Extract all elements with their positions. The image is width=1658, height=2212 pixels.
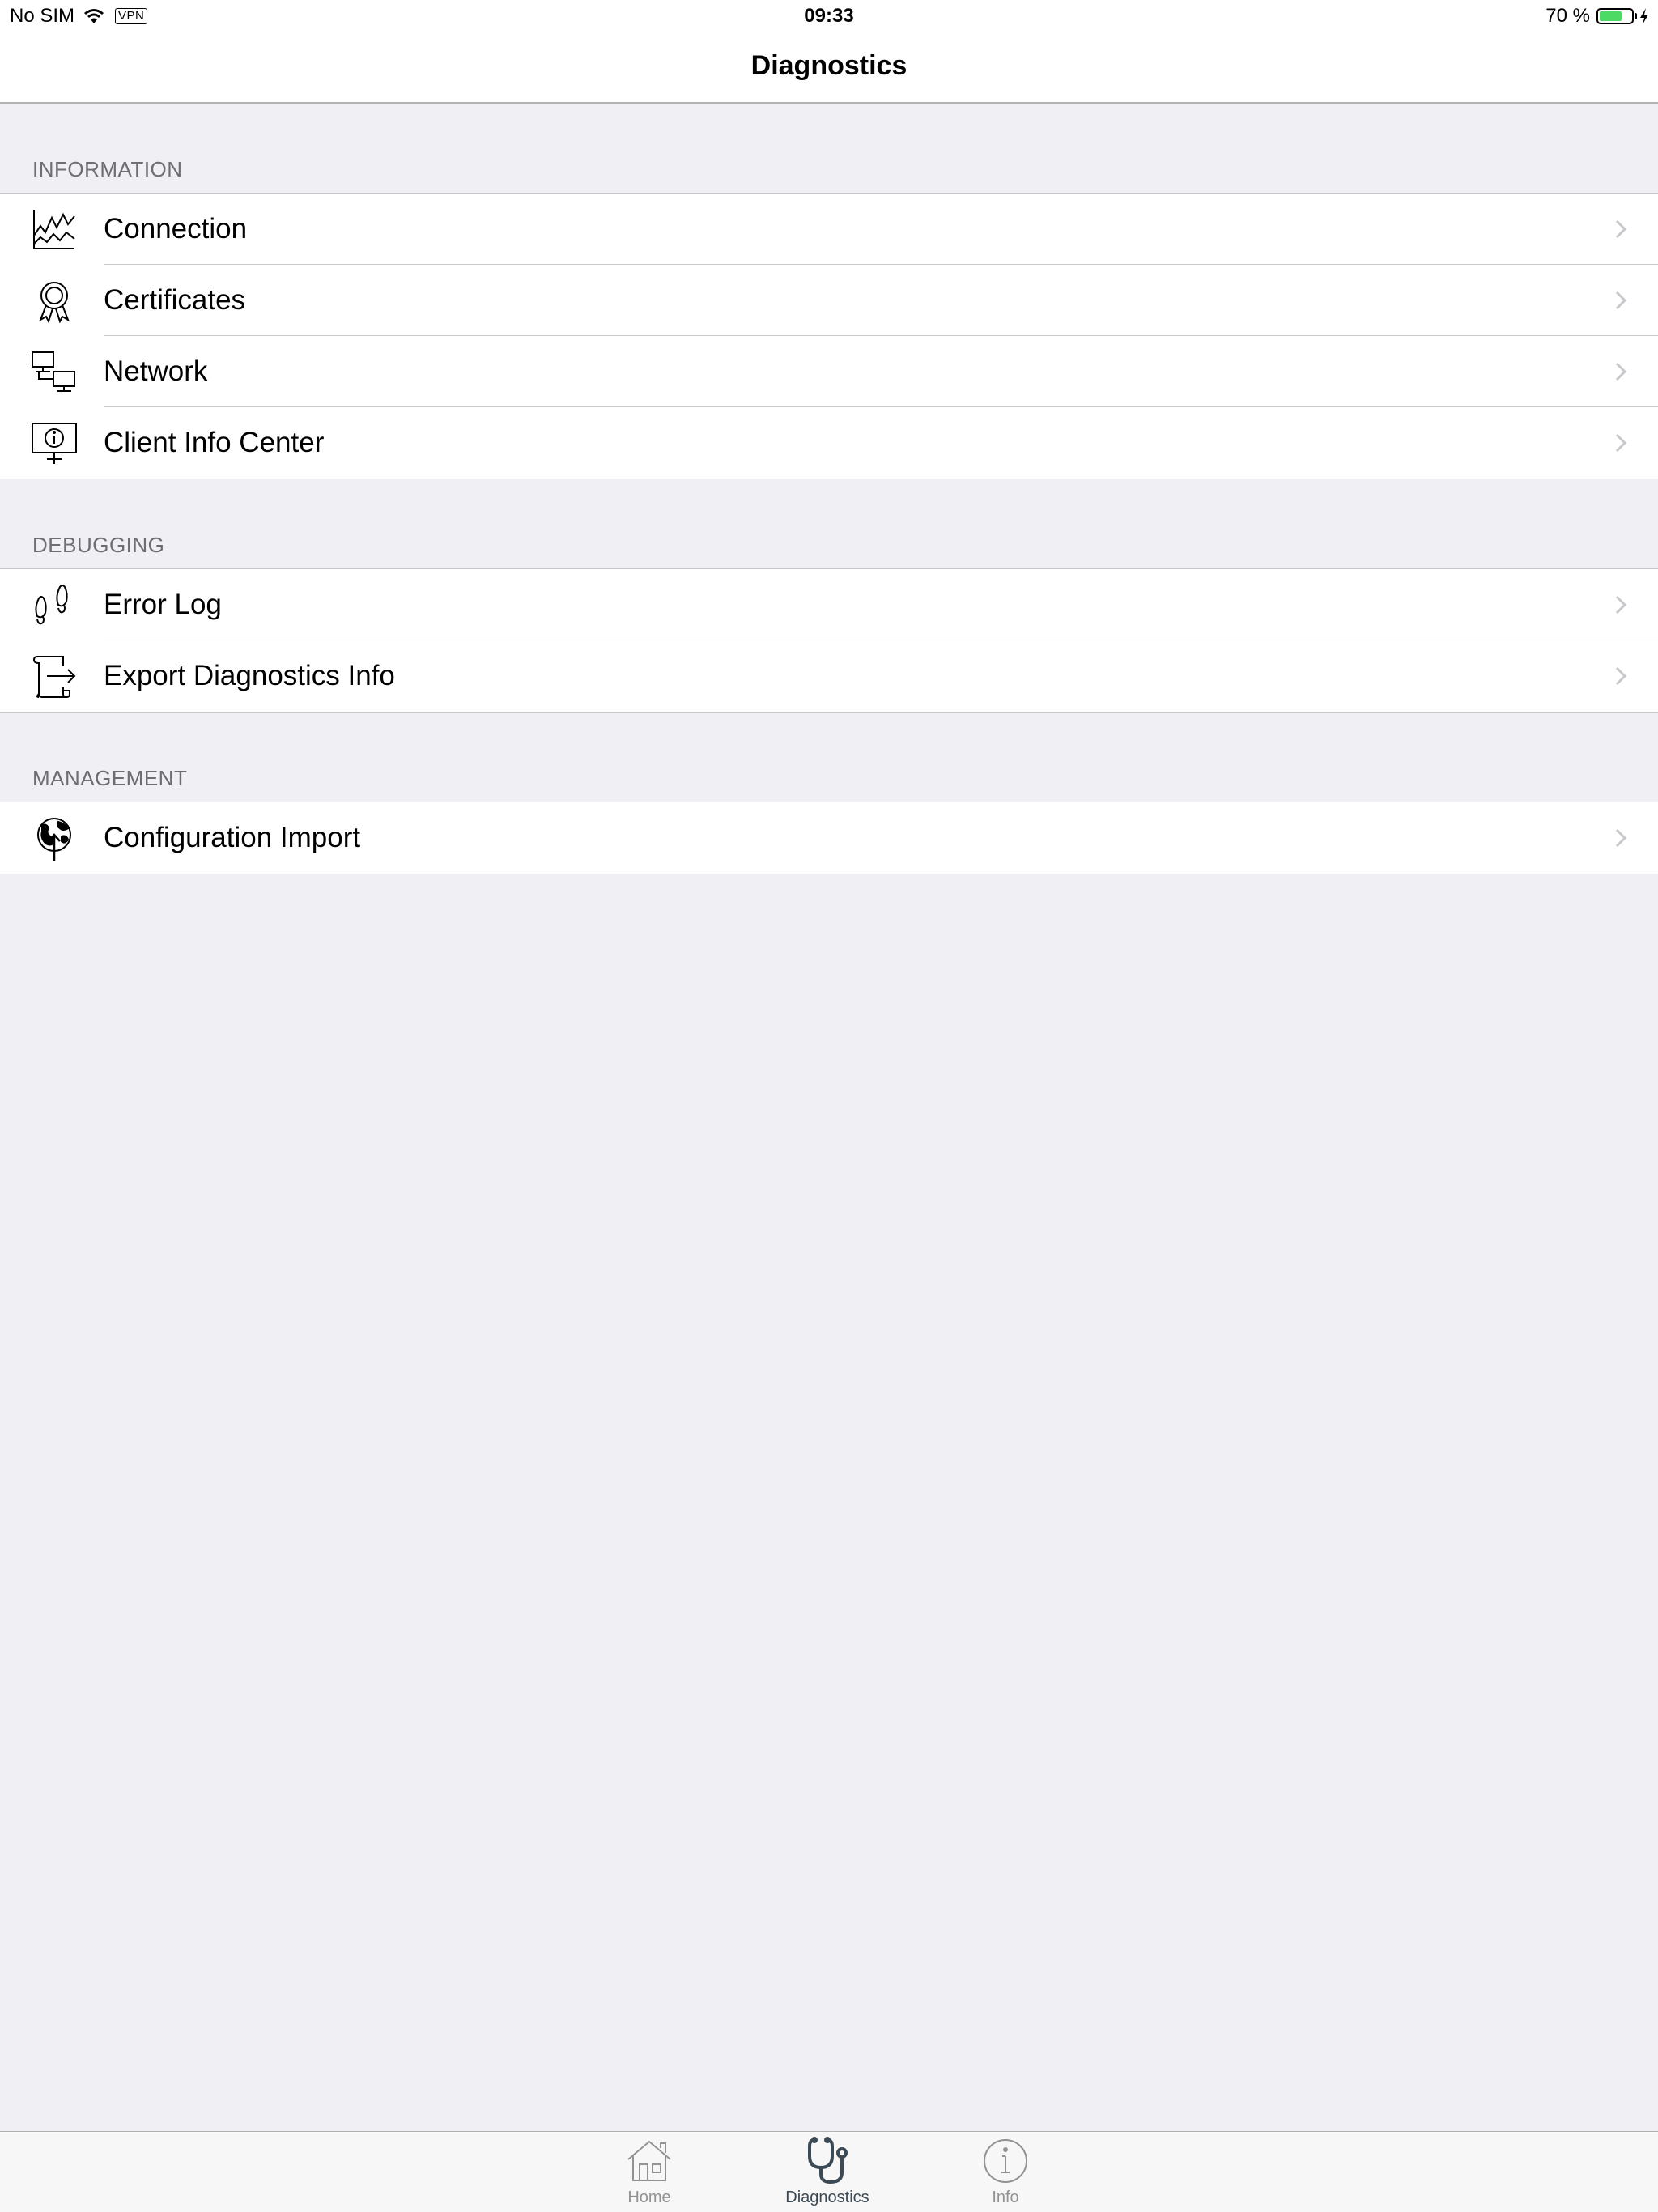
debugging-group: Error Log Export Diagnostics Info — [0, 568, 1658, 713]
list-item-export-diagnostics-info[interactable]: Export Diagnostics Info — [0, 640, 1658, 712]
list-item-connection[interactable]: Connection — [0, 194, 1658, 265]
list-item-label: Export Diagnostics Info — [104, 660, 395, 691]
list-item-network[interactable]: Network — [0, 336, 1658, 407]
chevron-right-icon — [1615, 666, 1627, 686]
list-item-certificates[interactable]: Certificates — [0, 265, 1658, 336]
battery-percentage: 70 % — [1545, 5, 1590, 27]
tab-diagnostics[interactable]: Diagnostics — [755, 2132, 900, 2212]
tab-label: Home — [627, 2189, 671, 2206]
list-item-label: Error Log — [104, 589, 222, 620]
information-group: Connection Certificates Network Client I… — [0, 193, 1658, 479]
tab-bar: Home Diagnostics Info — [0, 2131, 1658, 2212]
battery-fill — [1600, 11, 1622, 21]
list-item-label: Configuration Import — [104, 822, 361, 853]
list-item-configuration-import[interactable]: Configuration Import — [0, 802, 1658, 874]
list-item-label: Client Info Center — [104, 427, 325, 458]
list-item-label: Network — [104, 355, 208, 387]
info-circle-icon — [984, 2139, 1027, 2183]
list-item-label: Certificates — [104, 284, 246, 316]
chevron-right-icon — [1615, 362, 1627, 381]
list-item-error-log[interactable]: Error Log — [0, 569, 1658, 640]
chevron-right-icon — [1615, 828, 1627, 848]
footprints-icon — [35, 585, 68, 625]
list-item-label: Connection — [104, 213, 248, 245]
navigation-bar: Diagnostics — [0, 32, 1658, 104]
tab-info[interactable]: Info — [933, 2132, 1078, 2212]
carrier-label: No SIM — [10, 5, 75, 27]
chevron-right-icon — [1615, 595, 1627, 615]
status-bar-right: 70 % — [1545, 0, 1650, 32]
chevron-right-icon — [1615, 219, 1627, 239]
certificate-ribbon-icon — [39, 282, 70, 323]
section-header-management: MANAGEMENT — [32, 766, 188, 790]
screen: No SIM VPN 09:33 70 % Diagnostics INFORM… — [0, 0, 1658, 2212]
chevron-right-icon — [1615, 291, 1627, 310]
status-bar-left: No SIM VPN — [10, 0, 148, 32]
stethoscope-icon — [808, 2137, 848, 2184]
line-chart-icon — [33, 210, 75, 249]
status-bar: No SIM VPN 09:33 70 % — [0, 0, 1658, 32]
list-item-client-info-center[interactable]: Client Info Center — [0, 407, 1658, 479]
wifi-icon — [84, 9, 104, 23]
page-title: Diagnostics — [750, 50, 908, 81]
home-icon — [627, 2140, 671, 2181]
section-header-debugging: DEBUGGING — [32, 533, 165, 557]
vpn-badge: VPN — [115, 8, 148, 24]
chevron-right-icon — [1615, 433, 1627, 453]
tab-label: Diagnostics — [785, 2189, 869, 2206]
globe-import-icon — [37, 818, 71, 861]
battery-icon — [1596, 8, 1637, 24]
tab-label: Info — [992, 2189, 1019, 2206]
scroll-export-icon — [33, 656, 76, 699]
network-computers-icon — [32, 351, 75, 392]
management-group: Configuration Import — [0, 802, 1658, 874]
monitor-info-icon — [32, 423, 77, 464]
section-header-information: INFORMATION — [32, 157, 183, 181]
clock: 09:33 — [804, 5, 854, 27]
tab-home[interactable]: Home — [576, 2132, 722, 2212]
charging-bolt-icon — [1640, 8, 1648, 24]
